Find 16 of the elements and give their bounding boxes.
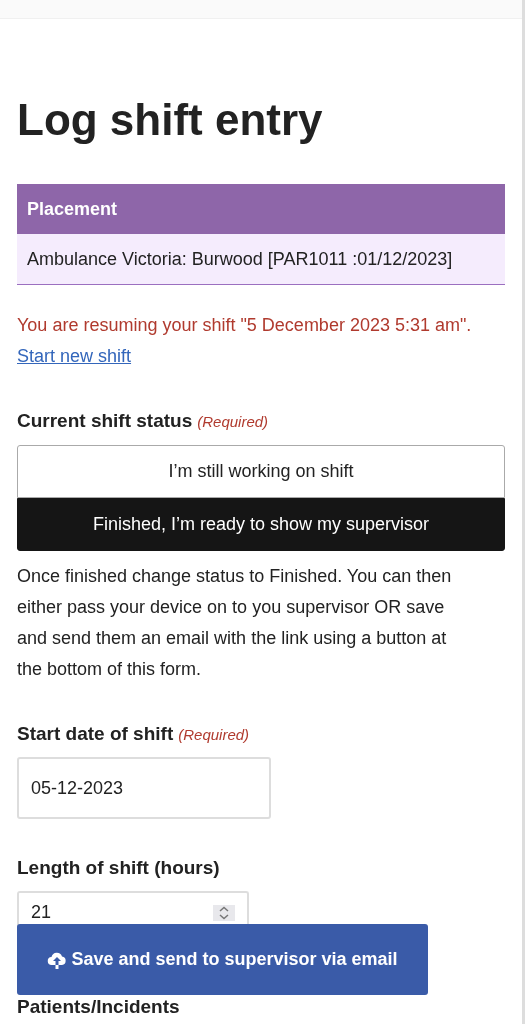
- section-heading: Patients/Incidents: [17, 996, 180, 1018]
- field-label: Start date of shift: [17, 723, 174, 746]
- field-label: Length of shift (hours): [17, 857, 220, 880]
- start-new-shift-link[interactable]: Start new shift: [17, 341, 132, 373]
- page-title: Log shift entry: [17, 96, 324, 145]
- required-note: (Required): [197, 413, 269, 431]
- date-field[interactable]: 05-12-2023: [17, 757, 271, 820]
- resume-notice: You are resuming your shift "5 December 2023 5:31 am".: [17, 314, 473, 338]
- save-send-button[interactable]: Save and send to supervisor via email: [17, 924, 428, 995]
- table-cell: Ambulance Victoria: Burwood [PAR1011 :01/12/2023]: [17, 234, 505, 286]
- status-option[interactable]: I’m still working on shift: [17, 445, 505, 499]
- table-header: Placement: [17, 184, 505, 235]
- help-text: Once finished change status to Finished. You can then either pass your device on to you supervisor OR save and send them an email with the link using a button at the bottom of this form.: [17, 565, 453, 682]
- status-option[interactable]: Finished, I’m ready to show my supervisor: [17, 498, 505, 552]
- field-label: Current shift status: [17, 410, 193, 433]
- required-note: (Required): [178, 726, 250, 744]
